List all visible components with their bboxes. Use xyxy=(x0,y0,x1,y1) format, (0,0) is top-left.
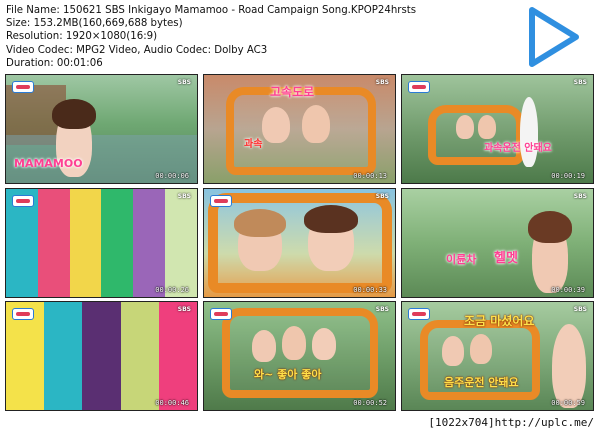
show-logo xyxy=(408,81,430,93)
network-logo: SBS xyxy=(177,193,191,200)
show-logo xyxy=(210,308,232,320)
caption-no-speeding: 과속운전 안돼요 xyxy=(484,143,552,154)
thumbnail-8[interactable]: 와~ 좋아 좋아 SBS 00:00:52 xyxy=(203,301,396,411)
play-icon[interactable] xyxy=(524,4,582,70)
show-logo xyxy=(12,81,34,93)
caption-drank-a-little: 조금 마셨어요 xyxy=(464,314,535,328)
network-logo: SBS xyxy=(573,79,587,86)
show-logo xyxy=(12,195,34,207)
file-size: Size: 153.2MB(160,669,688 bytes) xyxy=(6,18,183,30)
timestamp: 00:00:06 xyxy=(155,172,189,180)
timestamp: 00:00:19 xyxy=(551,172,585,180)
footer-watermark: [1022x704]http://uplc.me/ xyxy=(428,416,594,429)
show-logo xyxy=(210,195,232,207)
timestamp: 00:00:13 xyxy=(353,172,387,180)
thumbnail-7[interactable]: SBS 00:00:46 xyxy=(5,301,198,411)
thumbnail-9[interactable]: 조금 마셨어요 음주운전 안돼요 SBS 00:00:59 xyxy=(401,301,594,411)
thumbnail-3[interactable]: 과속운전 안돼요 SBS 00:00:19 xyxy=(401,74,594,184)
caption-no-drunk-driving: 음주운전 안돼요 xyxy=(444,376,519,389)
network-logo: SBS xyxy=(573,306,587,313)
thumbnail-2[interactable]: 고속도로 과속 SBS 00:00:13 xyxy=(203,74,396,184)
timestamp: 00:00:39 xyxy=(551,286,585,294)
duration: Duration: 00:01:06 xyxy=(6,57,103,69)
thumbnail-5[interactable]: SBS 00:00:33 xyxy=(203,188,396,298)
network-logo: SBS xyxy=(177,306,191,313)
show-logo xyxy=(12,308,34,320)
caption-speeding: 과속 xyxy=(244,139,263,150)
timestamp: 00:00:59 xyxy=(551,399,585,407)
color-bars xyxy=(6,302,197,410)
caption-highway: 고속도로 xyxy=(270,85,315,99)
network-logo: SBS xyxy=(177,79,191,86)
show-logo xyxy=(408,308,430,320)
color-bars xyxy=(6,189,197,297)
network-logo: SBS xyxy=(573,193,587,200)
timestamp: 00:00:33 xyxy=(353,286,387,294)
network-logo: SBS xyxy=(375,79,389,86)
thumbnail-1[interactable]: MAMAMOO SBS 00:00:06 xyxy=(5,74,198,184)
caption-two-wheeler: 이륜차 xyxy=(446,253,477,266)
timestamp: 00:00:26 xyxy=(155,286,189,294)
timestamp: 00:00:52 xyxy=(353,399,387,407)
file-name: File Name: 150621 SBS Inkigayo Mamamoo -… xyxy=(6,5,417,16)
file-info: File Name: 150621 SBS Inkigayo Mamamoo -… xyxy=(6,4,506,70)
thumbnail-grid: MAMAMOO SBS 00:00:06 고속도로 과속 SBS 00:00:1… xyxy=(5,74,595,412)
thumbnail-6[interactable]: 헬멧 이륜차 SBS 00:00:39 xyxy=(401,188,594,298)
network-logo: SBS xyxy=(375,193,389,200)
mamamoo-logo: MAMAMOO xyxy=(14,157,83,170)
resolution: Resolution: 1920×1080(16:9) xyxy=(6,31,158,43)
caption-wow: 와~ 좋아 좋아 xyxy=(254,368,322,381)
caption-helmet: 헬멧 xyxy=(494,251,518,266)
network-logo: SBS xyxy=(375,306,389,313)
thumbnail-4[interactable]: SBS 00:00:26 xyxy=(5,188,198,298)
codec: Video Codec: MPG2 Video, Audio Codec: Do… xyxy=(6,44,268,56)
timestamp: 00:00:46 xyxy=(155,399,189,407)
